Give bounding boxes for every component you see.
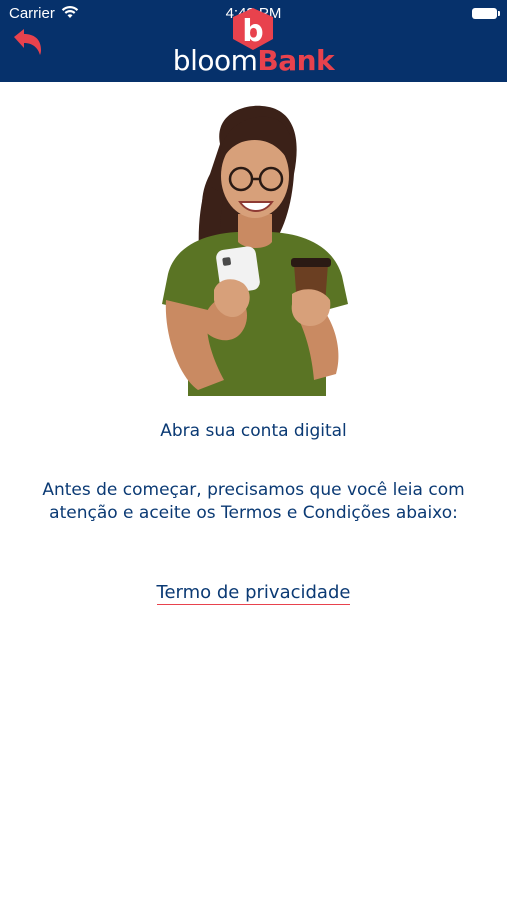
brand-logo: bloomBank — [0, 44, 507, 78]
brand-name-bank: Bank — [257, 44, 335, 77]
brand-name-bloom: bloom — [172, 44, 258, 77]
privacy-terms-label[interactable]: Termo de privacidade — [156, 582, 351, 605]
battery-icon — [472, 8, 500, 19]
app-header: Carrier 4:43 PM b bloomBank — [0, 0, 507, 82]
terms-description: Antes de começar, precisamos que você le… — [42, 480, 465, 523]
page-title: Abra sua conta digital — [160, 421, 347, 441]
privacy-terms-link[interactable]: Termo de privacidade — [0, 581, 507, 605]
hero-illustration — [162, 105, 348, 396]
